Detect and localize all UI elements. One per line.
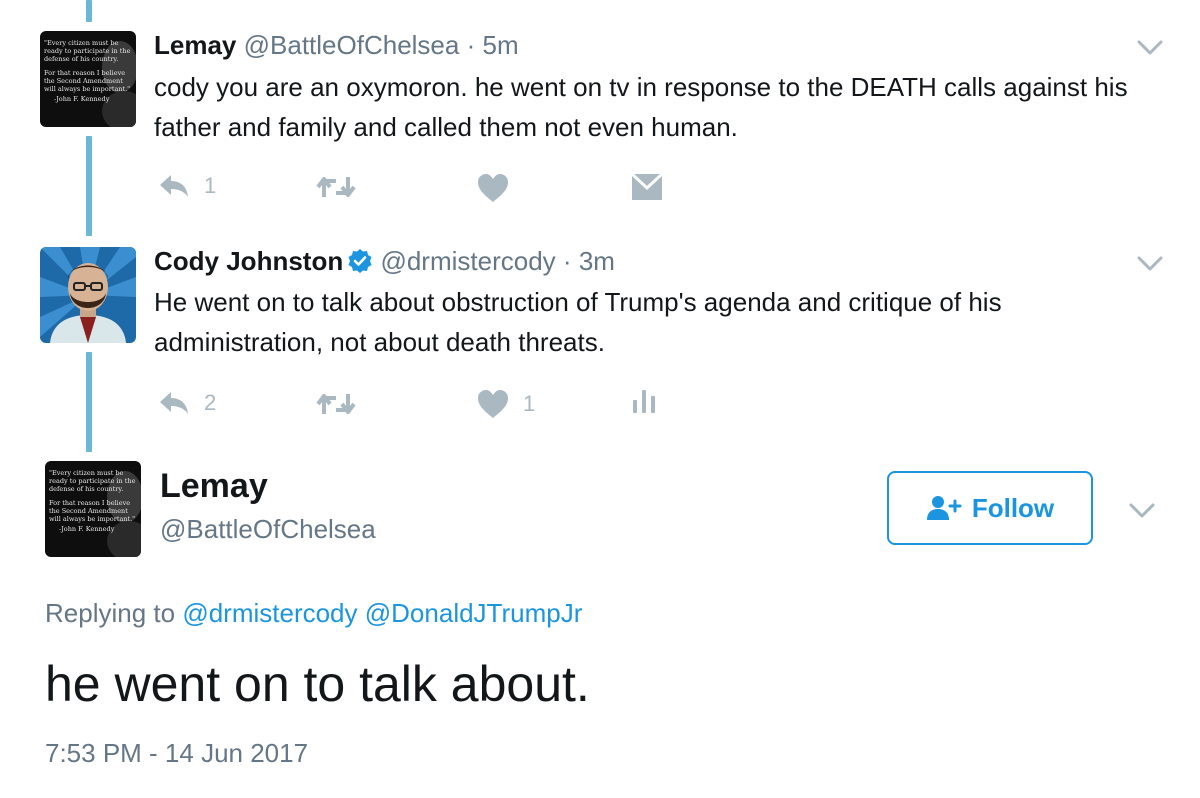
handle[interactable]: @drmistercody [380,246,555,276]
avatar-quote-line: For that reason I believe [44,69,125,77]
analytics-action[interactable] [632,388,658,414]
quote-avatar-image: "Every citizen must be ready to particip… [40,31,136,127]
add-user-icon [926,496,962,520]
separator-dot: · [466,30,476,60]
analytics-icon [633,390,655,413]
verified-badge-icon [348,249,372,273]
tweet-timestamp[interactable]: 7:53 PM - 14 Jun 2017 [45,738,308,769]
display-name[interactable]: Lemay [160,467,268,506]
avatar-quote-line: ready to participate in the [49,477,136,485]
like-count: 1 [523,391,536,416]
display-name[interactable]: Lemay [154,30,236,60]
mention-link[interactable]: @DonaldJTrumpJr [365,598,583,628]
like-action[interactable] [477,173,523,203]
reply-action[interactable]: 1 [158,173,216,199]
avatar[interactable]: "Every citizen must be ready to particip… [40,31,136,127]
avatar-quote-line: "Every citizen must be [49,469,124,477]
follow-label: Follow [971,492,1055,523]
avatar[interactable] [40,247,136,343]
like-action[interactable]: 1 [477,389,535,419]
thread-line-bottom [86,352,92,452]
reply-count: 2 [204,390,217,415]
handle[interactable]: @BattleOfChelsea [160,514,376,545]
follow-button[interactable]: Follow [887,471,1093,545]
direct-message-action[interactable] [631,173,663,201]
avatar-quote-line: ready to participate in the [44,47,131,55]
retweet-action[interactable] [316,392,370,416]
avatar-quote-line: -John F. Kennedy [54,95,110,103]
thread-line-top [86,0,92,22]
avatar-quote-line: -John F. Kennedy [59,525,115,533]
tweet-header: Cody Johnston @drmistercody · 3m [154,245,615,277]
avatar[interactable]: "Every citizen must be ready to particip… [45,461,141,557]
reply-icon [160,175,188,197]
avatar-quote-line: the Second Amendment [44,77,123,85]
heart-icon [478,174,508,202]
retweet-icon [316,177,356,197]
chevron-down-icon[interactable] [1136,39,1164,57]
reply-icon [160,392,188,414]
reply-count: 1 [204,173,217,198]
timestamp[interactable]: 5m [482,30,518,60]
mention-link[interactable]: @drmistercody [182,598,357,628]
replying-to: Replying to @drmistercody @DonaldJTrumpJ… [45,598,582,629]
illustrated-portrait-avatar-image [40,247,136,343]
avatar-quote-line: defense of his country. [44,55,118,63]
avatar-quote-line: defense of his country. [49,485,123,493]
separator-dot: · [562,246,572,276]
thread-line-middle [86,136,92,236]
avatar-quote-line: the Second Amendment [49,507,128,515]
heart-icon [478,390,508,418]
avatar-quote-line: For that reason I believe [49,499,130,507]
quote-avatar-image: "Every citizen must be ready to particip… [45,461,141,557]
reply-action[interactable]: 2 [158,390,216,416]
chevron-down-icon[interactable] [1128,502,1156,520]
avatar-quote-line: will always be important." [44,85,130,93]
avatar-quote-line: will always be important." [49,515,135,523]
tweet-text: cody you are an oxymoron. he went on tv … [154,72,1128,142]
handle[interactable]: @BattleOfChelsea [244,30,460,60]
direct-message-icon [631,173,663,200]
timestamp[interactable]: 3m [579,246,615,276]
retweet-action[interactable] [316,175,370,199]
tweet-header: Lemay @BattleOfChelsea · 5m [154,29,519,61]
tweet-text: He went on to talk about obstruction of … [154,287,1002,357]
replying-prefix: Replying to [45,598,176,628]
avatar-quote-line: "Every citizen must be [44,39,119,47]
chevron-down-icon[interactable] [1136,255,1164,273]
retweet-icon [316,394,356,414]
display-name[interactable]: Cody Johnston [154,246,343,276]
tweet-text: he went on to talk about. [45,656,590,712]
